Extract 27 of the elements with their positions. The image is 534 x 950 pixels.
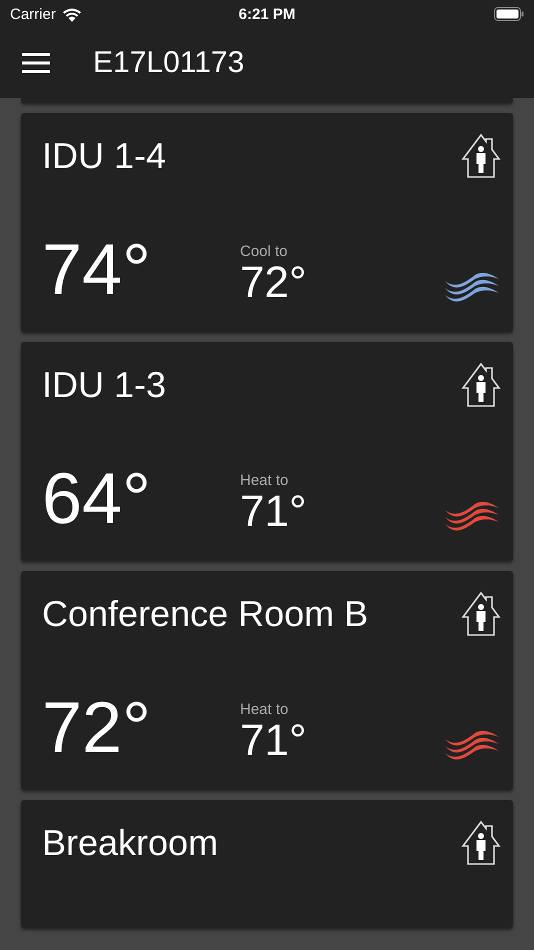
- occupied-house-icon: [461, 133, 501, 179]
- carrier-label: Carrier: [10, 6, 56, 22]
- occupied-house-icon: [461, 591, 501, 637]
- status-time: 6:21 PM: [238, 6, 296, 22]
- setpoint-temperature: 71°: [240, 718, 308, 764]
- setpoint-temperature: 72°: [240, 260, 308, 306]
- current-temperature: 74°: [42, 234, 152, 306]
- menu-icon[interactable]: [22, 53, 50, 73]
- setpoint-temperature: 71°: [240, 488, 308, 535]
- wifi-icon: [62, 6, 82, 22]
- zone-name: Conference Room B: [42, 593, 368, 635]
- setpoint-label: Cool to: [240, 242, 289, 260]
- zone-name: IDU 1-3: [42, 364, 166, 406]
- zone-card[interactable]: IDU 1-3 64° Heat to 71°: [21, 342, 513, 561]
- zone-card[interactable]: Conference Room B 72° Heat to 71°: [21, 571, 513, 790]
- occupied-house-icon: [461, 820, 501, 866]
- battery-icon: [494, 7, 524, 21]
- setpoint-label: Heat to: [240, 700, 290, 718]
- zone-name: Breakroom: [42, 822, 218, 864]
- current-temperature: 64°: [42, 463, 152, 535]
- zone-name: IDU 1-4: [42, 135, 166, 177]
- device-title: E17L01173: [93, 46, 244, 80]
- zone-card[interactable]: IDU 1-4 74° Cool to 72°: [21, 113, 513, 332]
- current-temperature: 72°: [42, 692, 152, 764]
- occupied-house-icon: [461, 362, 501, 408]
- setpoint-label: Heat to: [240, 472, 290, 489]
- zone-card[interactable]: Breakroom: [21, 800, 513, 928]
